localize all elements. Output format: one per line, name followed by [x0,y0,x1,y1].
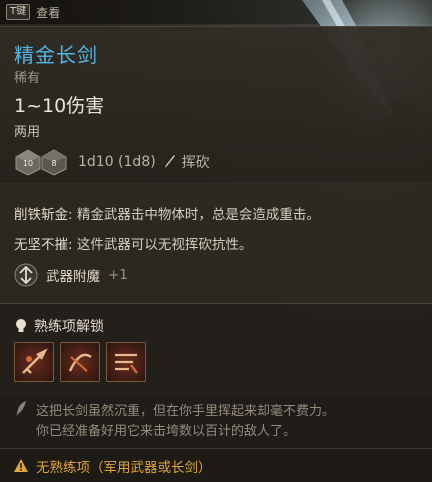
flavor-text: 这把长剑虽然沉重，但在你手里挥起来却毫不费力。 你已经准备好用它来击垮数以百计的… [36,402,420,442]
item-damage: 1~10伤害 [14,95,105,117]
enchant-icon [14,263,38,287]
item-header: 精金长剑 稀有 1~10伤害 两用 10 8 1d10 (1d8) 挥砍 [0,26,432,184]
passive-item: 无坚不摧: 这件武器可以无视挥砍抗性。 [14,233,252,253]
weapon-action-2-icon[interactable] [60,342,100,382]
die-face-1: 10 [23,159,33,168]
proficiency-warning: 无熟练项（军用武器或长剑） [0,448,432,482]
quill-icon [16,401,26,417]
damage-type: 挥砍 [181,155,210,171]
inspect-label: 查看 [36,5,61,20]
passive-list: 削铁斩金: 精金武器击中物体时，总是会造成重击。 无坚不摧: 这件武器可以无视挥… [0,183,432,304]
weapon-enchantment: 武器附魔 +1 [14,263,128,287]
passive-name: 无坚不摧: [14,237,73,253]
item-name: 精金长剑 [14,43,98,67]
warning-icon [14,459,28,472]
item-rarity: 稀有 [14,71,41,86]
proficiency-section: 熟练项解锁 [0,304,432,394]
warning-text: 无熟练项（军用武器或长剑） [36,459,212,476]
passive-desc: 这件武器可以无视挥砍抗性。 [72,237,253,253]
item-tooltip: T键 查看 精金长剑 稀有 1~10伤害 两用 10 8 1d10 (1d8) … [0,0,432,482]
flavor-line-1: 这把长剑虽然沉重，但在你手里挥起来却毫不费力。 [36,404,336,419]
flavor-line-2: 你已经准备好用它来击垮数以百计的敌人了。 [36,424,297,439]
weapon-action-3-icon[interactable] [106,342,146,382]
dice-icon: 10 8 [15,149,67,176]
proficiency-actions [14,342,146,382]
passive-desc: 精金武器击中物体时，总是会造成重击。 [72,207,320,223]
proficiency-header: 熟练项解锁 [14,316,104,336]
proficiency-title: 熟练项解锁 [34,319,104,335]
damage-dice-row: 10 8 1d10 (1d8) 挥砍 [14,148,210,176]
slashing-icon [164,155,175,168]
hotkey-badge: T键 [6,4,31,20]
enchant-label: 武器附魔 [46,269,100,285]
inspect-hint[interactable]: T键 查看 [0,0,432,24]
flavor-section: 这把长剑虽然沉重，但在你手里挥起来却毫不费力。 你已经准备好用它来击垮数以百计的… [0,394,432,448]
item-handedness: 两用 [14,125,41,140]
passive-item: 削铁斩金: 精金武器击中物体时，总是会造成重击。 [14,203,320,223]
enchant-value: +1 [108,267,128,283]
passive-name: 削铁斩金: [14,207,73,223]
dice-roll: 1d10 (1d8) [78,154,156,170]
weapon-action-1-icon[interactable] [14,342,54,382]
die-face-2: 8 [51,159,56,168]
bulb-icon [16,319,26,332]
